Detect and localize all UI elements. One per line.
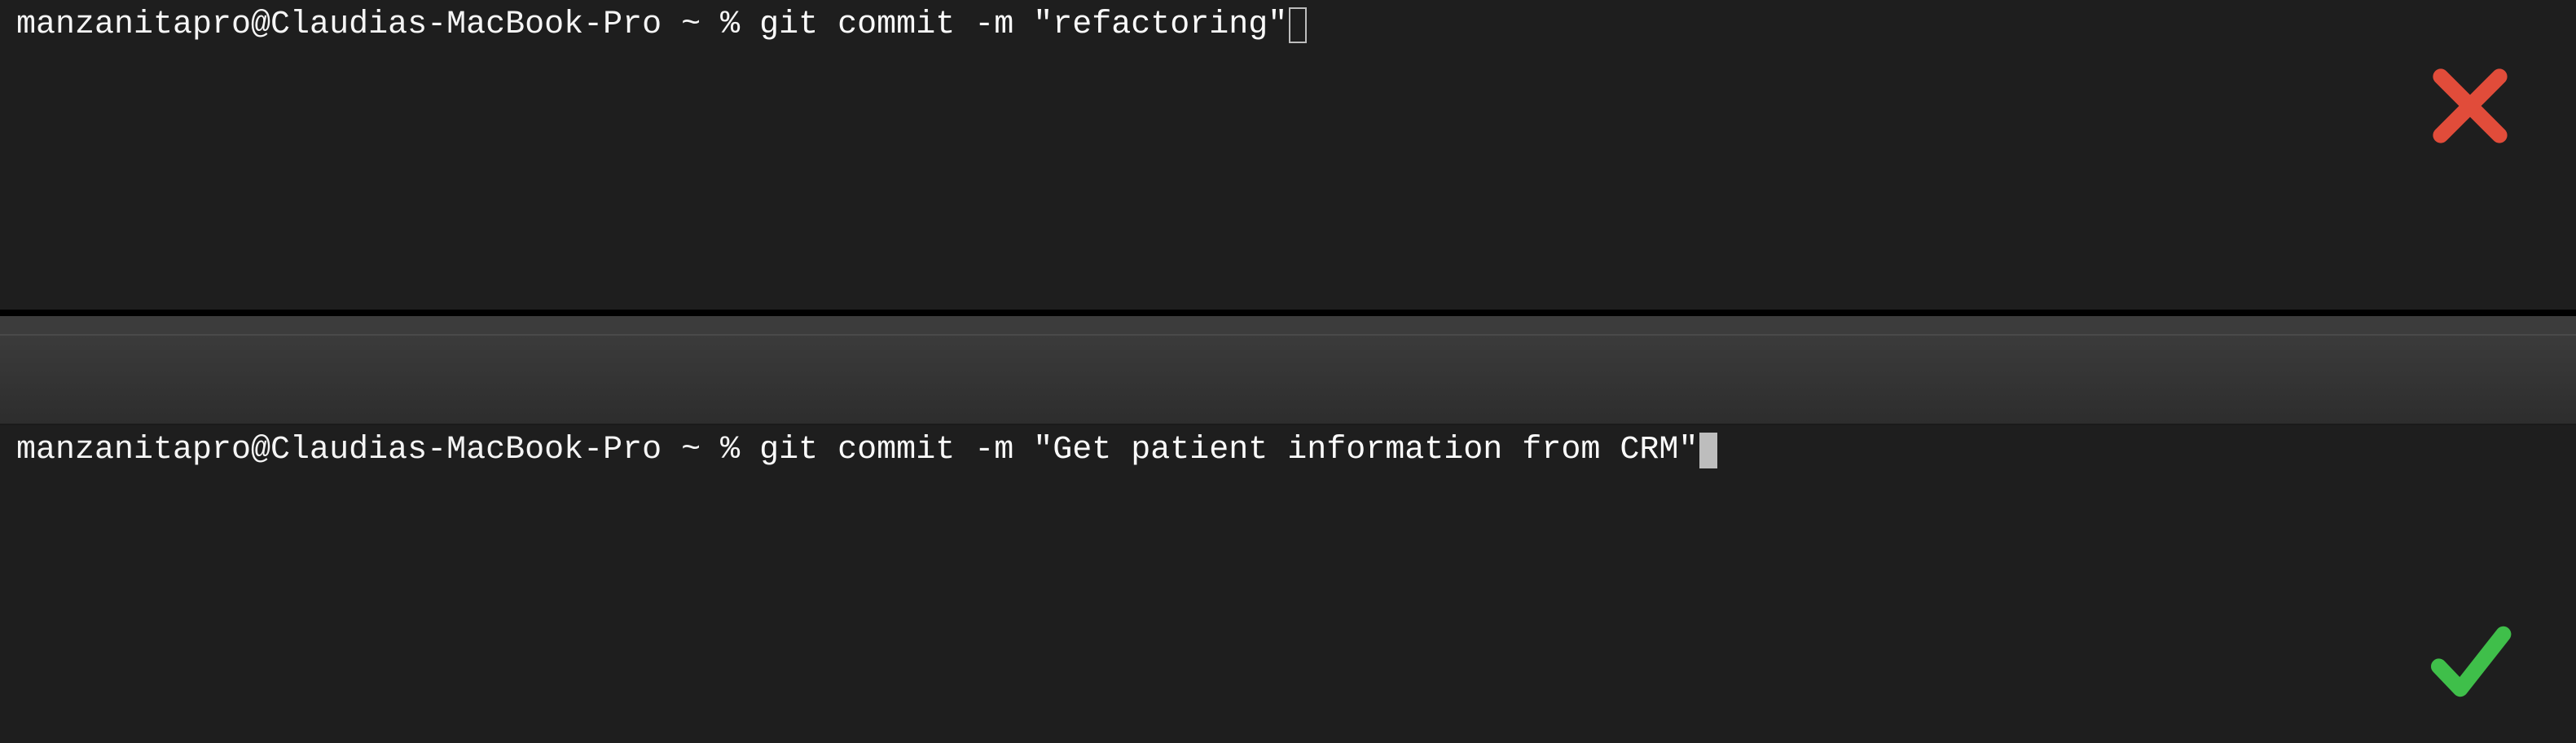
- cursor-icon: [1289, 7, 1307, 43]
- command-line[interactable]: manzanitapro@Claudias-MacBook-Pro ~ % gi…: [0, 425, 2576, 468]
- command-text: git commit -m "refactoring": [759, 7, 1287, 43]
- check-icon: [2421, 613, 2519, 710]
- shell-prompt: manzanitapro@Claudias-MacBook-Pro ~ %: [16, 432, 759, 468]
- command-line[interactable]: manzanitapro@Claudias-MacBook-Pro ~ % gi…: [0, 0, 2576, 43]
- command-text: git commit -m "Get patient information f…: [759, 432, 1698, 468]
- terminal-pane-bad[interactable]: manzanitapro@Claudias-MacBook-Pro ~ % gi…: [0, 0, 2576, 310]
- cross-icon: [2421, 57, 2519, 155]
- window-titlebar: [0, 336, 2576, 425]
- pane-divider: [0, 310, 2576, 336]
- shell-prompt: manzanitapro@Claudias-MacBook-Pro ~ %: [16, 7, 759, 43]
- cursor-icon: [1699, 433, 1717, 468]
- terminal-pane-good[interactable]: manzanitapro@Claudias-MacBook-Pro ~ % gi…: [0, 336, 2576, 743]
